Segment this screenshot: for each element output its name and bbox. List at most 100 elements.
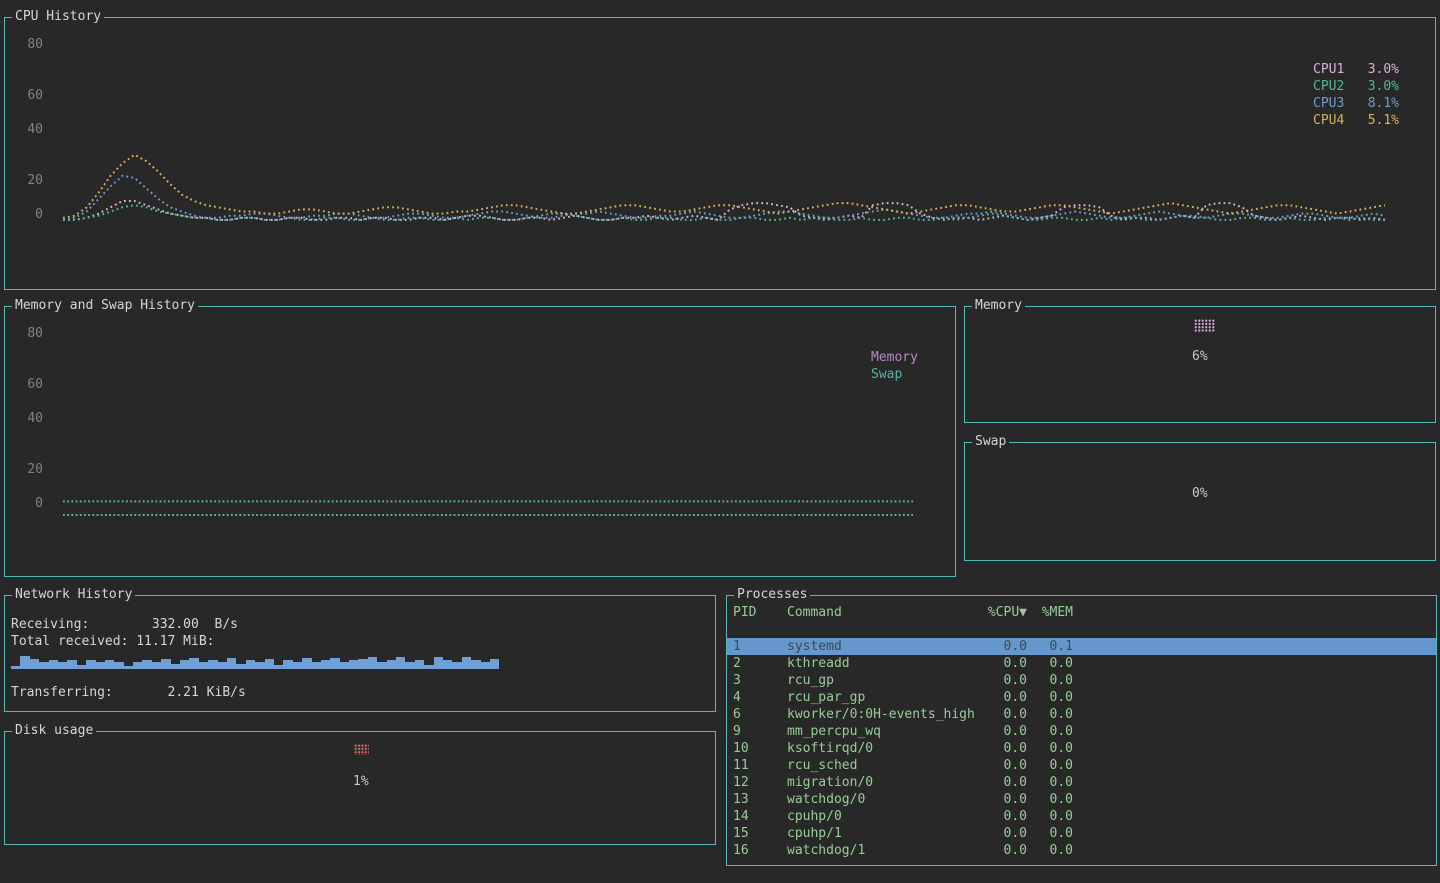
- memory-usage-sparkline: [1194, 319, 1215, 332]
- process-command-cell: watchdog/1: [787, 842, 987, 859]
- network-bar: [471, 660, 480, 669]
- process-pid-cell: 12: [733, 774, 787, 791]
- system-monitor-screen: CPU History 806040200 CPU13.0%CPU23.0%CP…: [0, 0, 1440, 883]
- network-bar: [208, 660, 217, 669]
- network-bar: [199, 662, 208, 669]
- column-header-command[interactable]: Command: [787, 604, 987, 621]
- network-bar: [49, 660, 58, 669]
- process-mem-cell: 0.0: [1027, 706, 1073, 723]
- network-bar: [340, 662, 349, 669]
- process-command-cell: systemd: [787, 638, 987, 655]
- network-bar: [424, 665, 433, 669]
- process-command-cell: ksoftirqd/0: [787, 740, 987, 757]
- y-axis-tick: 80: [17, 38, 43, 52]
- network-bar: [387, 660, 396, 669]
- legend-value: 5.1%: [1368, 112, 1399, 129]
- disk-usage-title: Disk usage: [12, 724, 96, 738]
- process-mem-cell: 0.0: [1027, 672, 1073, 689]
- cpu-history-chart: [59, 18, 1389, 289]
- process-cpu-cell: 0.0: [987, 791, 1027, 808]
- process-cpu-cell: 0.0: [987, 842, 1027, 859]
- process-row[interactable]: 10ksoftirqd/00.00.0: [727, 740, 1436, 757]
- memory-swap-legend: MemorySwap: [871, 349, 918, 383]
- y-axis-tick: 0: [17, 497, 43, 511]
- column-header-cpu[interactable]: %CPU▼: [987, 604, 1027, 621]
- y-axis-tick: 20: [17, 174, 43, 188]
- process-row[interactable]: 12migration/00.00.0: [727, 774, 1436, 791]
- legend-cpu3: CPU38.1%: [1313, 95, 1399, 112]
- column-header-mem[interactable]: %MEM: [1027, 604, 1073, 621]
- legend-cpu2: CPU23.0%: [1313, 78, 1399, 95]
- process-cpu-cell: 0.0: [987, 723, 1027, 740]
- network-bar: [227, 658, 236, 669]
- memory-swap-chart: [59, 307, 917, 576]
- process-cpu-cell: 0.0: [987, 689, 1027, 706]
- process-cpu-cell: 0.0: [987, 638, 1027, 655]
- network-bar: [11, 666, 20, 669]
- process-mem-cell: 0.0: [1027, 791, 1073, 808]
- process-command-cell: cpuhp/0: [787, 808, 987, 825]
- legend-value: 3.0%: [1368, 78, 1399, 95]
- network-bar: [77, 665, 86, 669]
- process-row[interactable]: 14cpuhp/00.00.0: [727, 808, 1436, 825]
- process-pid-cell: 16: [733, 842, 787, 859]
- process-table-header: PIDCommand%CPU▼%MEM: [727, 604, 1436, 621]
- column-header-pid[interactable]: PID: [733, 604, 787, 621]
- memory-usage-value: 6%: [1192, 349, 1208, 364]
- network-bar: [20, 656, 29, 669]
- network-bar: [105, 660, 114, 669]
- process-pid-cell: 1: [733, 638, 787, 655]
- process-mem-cell: 0.0: [1027, 689, 1073, 706]
- process-command-cell: rcu_sched: [787, 757, 987, 774]
- cpu-history-panel: CPU History 806040200 CPU13.0%CPU23.0%CP…: [4, 17, 1436, 290]
- legend-cpu4: CPU4 5.1%: [1313, 112, 1399, 129]
- process-row[interactable]: 6kworker/0:0H-events_high0.00.0: [727, 706, 1436, 723]
- network-bar: [39, 662, 48, 669]
- y-axis-tick: 60: [17, 89, 43, 103]
- network-bar: [161, 659, 170, 669]
- network-bar: [30, 659, 39, 669]
- network-bar: [236, 664, 245, 669]
- legend-swap: Swap: [871, 366, 918, 383]
- process-mem-cell: 0.0: [1027, 774, 1073, 791]
- process-row[interactable]: 11rcu_sched0.00.0: [727, 757, 1436, 774]
- cpu-legend: CPU13.0%CPU23.0%CPU38.1%CPU45.1%: [1313, 61, 1399, 129]
- process-row[interactable]: 2kthreadd0.00.0: [727, 655, 1436, 672]
- process-row[interactable]: 15cpuhp/10.00.0: [727, 825, 1436, 842]
- network-history-title: Network History: [12, 588, 135, 602]
- processes-title: Processes: [734, 588, 810, 602]
- y-axis-tick: 40: [17, 123, 43, 137]
- process-pid-cell: 14: [733, 808, 787, 825]
- process-command-cell: migration/0: [787, 774, 987, 791]
- process-row[interactable]: 9mm_percpu_wq0.00.0: [727, 723, 1436, 740]
- process-row[interactable]: 16watchdog/10.00.0: [727, 842, 1436, 859]
- process-command-cell: rcu_par_gp: [787, 689, 987, 706]
- network-bar: [274, 665, 283, 669]
- process-pid-cell: 6: [733, 706, 787, 723]
- process-cpu-cell: 0.0: [987, 672, 1027, 689]
- memory-swap-history-panel: Memory and Swap History 806040200 Memory…: [4, 306, 956, 577]
- y-axis-tick: 60: [17, 378, 43, 392]
- process-row[interactable]: 1systemd0.00.1: [727, 638, 1436, 655]
- legend-cpu1: CPU13.0%: [1313, 61, 1399, 78]
- process-row[interactable]: 13watchdog/00.00.0: [727, 791, 1436, 808]
- disk-usage-value: 1%: [353, 774, 369, 789]
- process-row[interactable]: 4rcu_par_gp0.00.0: [727, 689, 1436, 706]
- legend-label: CPU4: [1313, 112, 1344, 129]
- network-bar: [293, 662, 302, 669]
- process-pid-cell: 3: [733, 672, 787, 689]
- network-bar: [358, 659, 367, 669]
- process-row[interactable]: 3rcu_gp0.00.0: [727, 672, 1436, 689]
- process-command-cell: mm_percpu_wq: [787, 723, 987, 740]
- y-axis-tick: 0: [17, 208, 43, 222]
- process-cpu-cell: 0.0: [987, 740, 1027, 757]
- y-axis-tick: 40: [17, 412, 43, 426]
- process-pid-cell: 13: [733, 791, 787, 808]
- network-bar: [434, 657, 443, 669]
- process-pid-cell: 15: [733, 825, 787, 842]
- network-total-received-text: Total received: 11.17 MiB:: [11, 634, 215, 649]
- network-bar: [490, 659, 499, 669]
- process-command-cell: watchdog/0: [787, 791, 987, 808]
- legend-label: CPU1: [1313, 61, 1344, 78]
- process-mem-cell: 0.0: [1027, 655, 1073, 672]
